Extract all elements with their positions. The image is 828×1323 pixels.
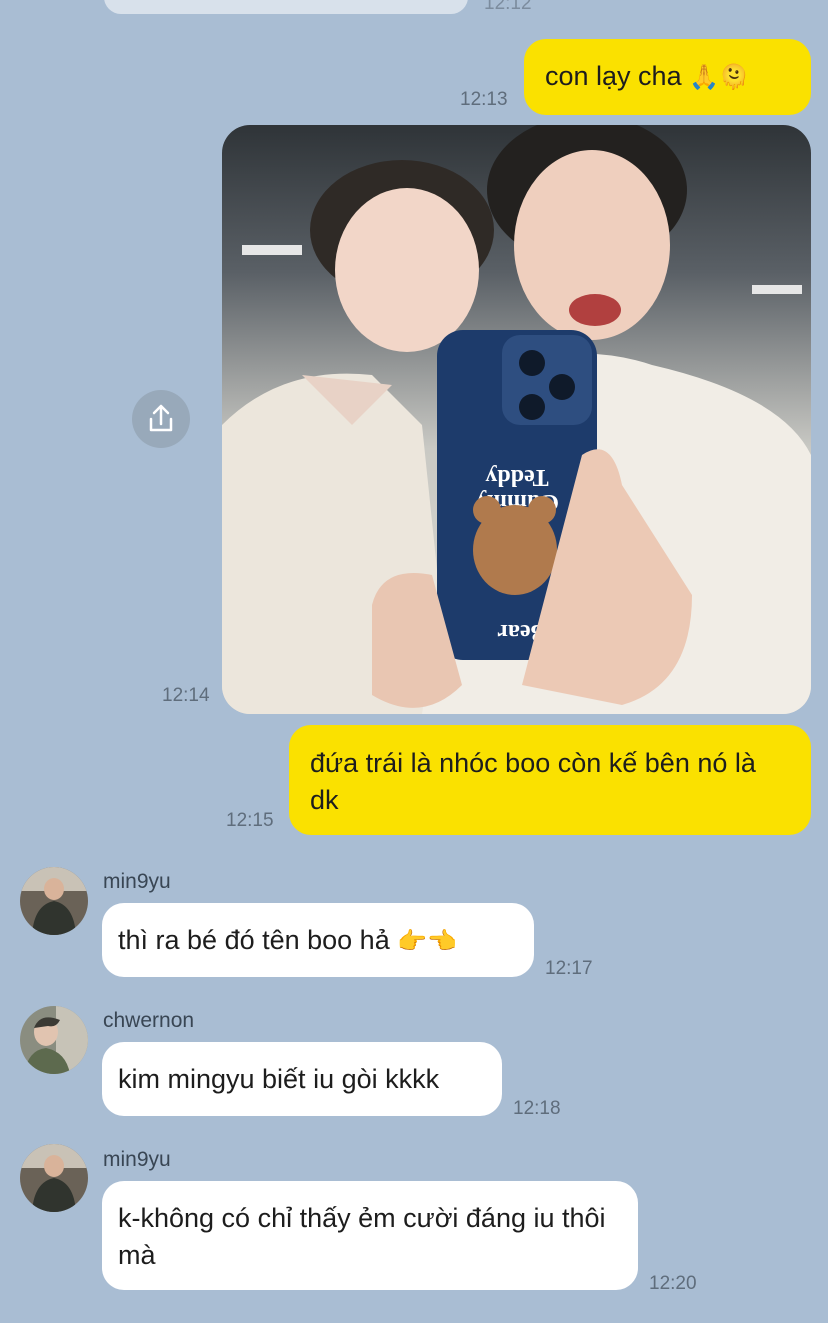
emoji: 🙏🫠: [689, 63, 749, 91]
sender-name: min9yu: [103, 870, 171, 893]
sender-name: chwernon: [103, 1009, 195, 1032]
message-time: 12:20: [649, 1273, 697, 1294]
partial-message-bubble: [104, 0, 468, 14]
message-time: 12:15: [226, 810, 274, 831]
message-time: 12:18: [513, 1098, 561, 1119]
incoming-message-bubble[interactable]: thì ra bé đó tên boo hả 👉👈: [102, 903, 534, 977]
message-text: kim mingyu biết iu gòi kkkk: [118, 1064, 440, 1094]
avatar[interactable]: [20, 867, 88, 935]
outgoing-message-bubble[interactable]: con lạy cha 🙏🫠: [524, 39, 811, 115]
share-icon: [149, 404, 173, 432]
incoming-message-bubble[interactable]: kim mingyu biết iu gòi kkkk: [102, 1042, 502, 1116]
phone-case-text: Teddy: [485, 464, 548, 490]
share-button[interactable]: [132, 390, 190, 448]
message-time: 12:14: [162, 685, 210, 706]
avatar[interactable]: [20, 1006, 88, 1074]
message-text: đứa trái là nhóc boo còn kế bên nó là dk: [310, 748, 756, 815]
avatar[interactable]: [20, 1144, 88, 1212]
partial-message-time: 12:12: [484, 0, 532, 14]
message-text: k-không có chỉ thấy ẻm cười đáng iu thôi…: [118, 1203, 606, 1270]
message-time: 12:13: [460, 89, 508, 110]
photo-message[interactable]: Teddy Gummy Bear: [222, 125, 811, 714]
message-time: 12:17: [545, 958, 593, 979]
emoji: 👉👈: [397, 927, 457, 955]
sender-name: min9yu: [103, 1148, 171, 1171]
selfie-photo: Teddy Gummy Bear: [222, 125, 811, 714]
message-text: con lạy cha: [545, 61, 682, 91]
message-text: thì ra bé đó tên boo hả: [118, 925, 390, 955]
outgoing-message-bubble[interactable]: đứa trái là nhóc boo còn kế bên nó là dk: [289, 725, 811, 835]
incoming-message-bubble[interactable]: k-không có chỉ thấy ẻm cười đáng iu thôi…: [102, 1181, 638, 1290]
